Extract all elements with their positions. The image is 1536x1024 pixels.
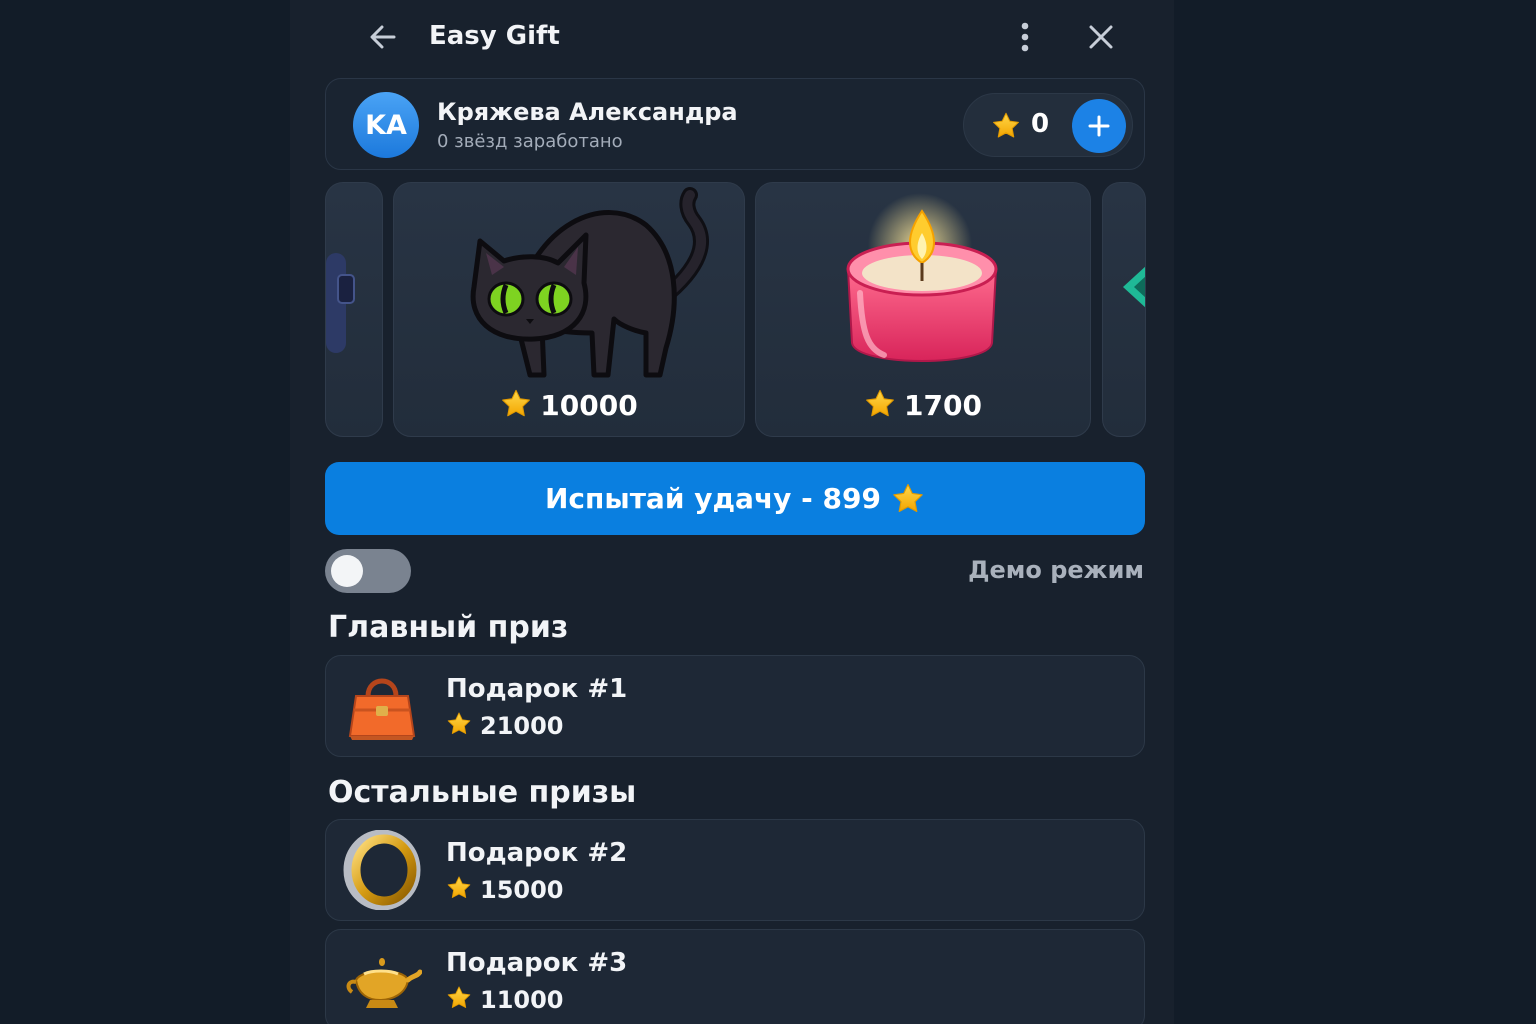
prize-name: Подарок #1 bbox=[446, 674, 628, 704]
prize-value-text: 21000 bbox=[480, 712, 564, 740]
avatar: KA bbox=[353, 92, 419, 158]
more-button[interactable] bbox=[1010, 20, 1040, 54]
main-prize-title: Главный приз bbox=[328, 610, 569, 645]
carousel-card[interactable]: 1700 bbox=[755, 182, 1091, 437]
balance-value: 0 bbox=[1031, 109, 1050, 139]
more-vertical-icon bbox=[1021, 22, 1029, 52]
star-icon bbox=[991, 111, 1021, 141]
try-luck-button[interactable]: Испытай удачу - 899 bbox=[325, 462, 1145, 535]
other-prizes-title: Остальные призы bbox=[328, 775, 637, 810]
prize-item[interactable]: Подарок #2 15000 bbox=[325, 819, 1145, 921]
black-cat-icon bbox=[470, 187, 709, 378]
prize-name: Подарок #2 bbox=[446, 838, 628, 868]
header: Easy Gift bbox=[290, 0, 1174, 76]
prize-item[interactable]: Подарок #1 21000 bbox=[325, 655, 1145, 757]
arrow-left-icon bbox=[370, 25, 396, 49]
star-icon bbox=[891, 482, 925, 516]
carousel-card-partial[interactable] bbox=[325, 182, 383, 437]
user-name: Кряжева Александра bbox=[437, 98, 738, 126]
back-button[interactable] bbox=[366, 20, 400, 54]
gift-price: 1700 bbox=[756, 388, 1090, 422]
star-balance: 0 bbox=[963, 93, 1133, 157]
magic-lamp-icon bbox=[346, 958, 422, 1008]
handbag-icon bbox=[348, 678, 416, 740]
gift-price: 10000 bbox=[394, 388, 744, 422]
app-window: Easy Gift KA Кряжева Александра 0 звёзд … bbox=[290, 0, 1174, 1024]
star-icon bbox=[446, 985, 472, 1011]
prize-value-text: 15000 bbox=[480, 876, 564, 904]
prize-name: Подарок #3 bbox=[446, 948, 628, 978]
candle-icon bbox=[846, 193, 998, 362]
add-stars-button[interactable] bbox=[1072, 99, 1126, 153]
prize-item[interactable]: Подарок #3 11000 bbox=[325, 929, 1145, 1024]
close-button[interactable] bbox=[1084, 20, 1118, 54]
price-value: 1700 bbox=[904, 389, 982, 422]
star-icon bbox=[864, 388, 896, 420]
star-icon bbox=[446, 875, 472, 901]
toggle-knob bbox=[331, 555, 363, 587]
gem-partial-icon bbox=[1123, 266, 1145, 308]
close-icon bbox=[1089, 25, 1113, 49]
prize-value-text: 11000 bbox=[480, 986, 564, 1014]
carousel-card-partial[interactable] bbox=[1102, 182, 1146, 437]
prize-value: 11000 bbox=[446, 985, 564, 1014]
profile-card: KA Кряжева Александра 0 звёзд заработано… bbox=[325, 78, 1145, 170]
prize-value: 15000 bbox=[446, 875, 564, 904]
price-value: 10000 bbox=[540, 389, 638, 422]
page-title: Easy Gift bbox=[429, 21, 560, 51]
demo-mode-label: Демо режим bbox=[968, 556, 1144, 584]
ring-icon bbox=[343, 830, 421, 910]
user-stars-earned: 0 звёзд заработано bbox=[437, 131, 623, 152]
star-icon bbox=[446, 711, 472, 737]
try-luck-label: Испытай удачу - 899 bbox=[545, 482, 881, 515]
plus-icon bbox=[1088, 115, 1110, 137]
star-icon bbox=[500, 388, 532, 420]
gift-partial-icon bbox=[326, 253, 355, 353]
demo-mode-toggle[interactable] bbox=[325, 549, 411, 593]
carousel-card[interactable]: 10000 bbox=[393, 182, 745, 437]
prize-value: 21000 bbox=[446, 711, 564, 740]
